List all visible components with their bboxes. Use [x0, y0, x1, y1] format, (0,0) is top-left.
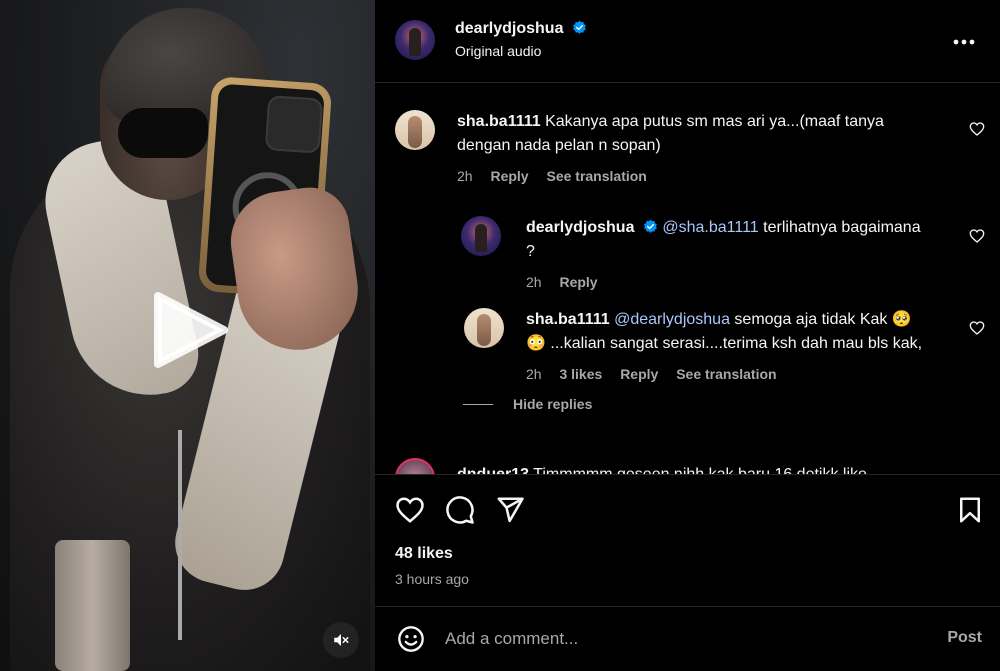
author-info: dearlydjoshua Original audio [455, 20, 587, 59]
video-subject-zipper [178, 430, 182, 640]
more-dots-icon [953, 39, 975, 45]
author-avatar[interactable] [395, 20, 435, 60]
reply-text-line1: terlihatnya bagaimana [763, 219, 921, 236]
comments-list[interactable]: sha.ba1111 Kakanya apa putus sm mas ari … [375, 84, 1000, 474]
author-username[interactable]: dearlydjoshua [455, 20, 563, 37]
replier-avatar[interactable] [461, 216, 501, 256]
comment-composer: Post [375, 606, 1000, 671]
post-comment-button[interactable]: Post [947, 629, 982, 647]
comment-text-line2: dengan nada pelan n sopan) [457, 137, 661, 154]
see-translation-button[interactable]: See translation [546, 168, 646, 184]
hide-replies-button[interactable]: Hide replies [463, 396, 592, 412]
likes-count[interactable]: 48 likes [395, 545, 453, 563]
replier-username[interactable]: dearlydjoshua [526, 219, 634, 236]
reply-button[interactable]: Reply [620, 366, 658, 382]
more-options-button[interactable] [950, 28, 978, 56]
reply-body: dearlydjoshua @sha.ba1111 terlihatnya ba… [526, 216, 956, 290]
share-send-icon[interactable] [495, 495, 525, 525]
reply-button[interactable]: Reply [559, 274, 597, 290]
verified-badge-icon [573, 20, 586, 34]
comment-text-line1: Kakanya apa putus sm mas ari ya...(maaf … [545, 113, 884, 130]
emoji-icon[interactable] [397, 625, 425, 653]
video-subject-sunglasses [118, 108, 208, 158]
reply-button[interactable]: Reply [490, 168, 528, 184]
post-header: dearlydjoshua Original audio [375, 0, 1000, 83]
replier-username[interactable]: sha.ba1111 [526, 311, 610, 328]
commenter-username[interactable]: dnduer13 [457, 466, 529, 474]
verified-badge-icon [644, 219, 657, 233]
play-button[interactable] [150, 290, 230, 370]
post-details-panel: dearlydjoshua Original audio sha.ba1111 … [375, 0, 1000, 671]
replier-avatar[interactable] [464, 308, 504, 348]
commenter-avatar[interactable] [395, 458, 435, 474]
mention-link[interactable]: @sha.ba1111 [662, 219, 758, 236]
comment-body: sha.ba1111 Kakanya apa putus sm mas ari … [457, 110, 957, 184]
post-actions: 48 likes 3 hours ago [375, 474, 1000, 606]
see-translation-button[interactable]: See translation [676, 366, 776, 382]
video-subject-suitcase [55, 540, 130, 671]
comment-bubble-icon[interactable] [445, 495, 475, 525]
reply-meta: 2h 3 likes Reply See translation [526, 366, 956, 382]
post-timestamp[interactable]: 3 hours ago [395, 571, 469, 587]
post-video[interactable] [0, 0, 375, 671]
comment-input[interactable] [445, 625, 905, 653]
hide-replies-label: Hide replies [513, 396, 593, 412]
comment-like-heart-icon[interactable] [969, 121, 985, 137]
muted-speaker-icon [334, 634, 349, 646]
audio-label[interactable]: Original audio [455, 43, 587, 59]
comment-time: 2h [457, 168, 473, 184]
comment-meta: 2h Reply See translation [457, 168, 957, 184]
comment-text-line1: Timmmmm geseen nihh kak baru 16 detikk l… [533, 466, 867, 474]
reply-text-line1: semoga aja tidak Kak 🥺 [734, 311, 912, 328]
reply-likes-count[interactable]: 3 likes [559, 366, 602, 382]
commenter-username[interactable]: sha.ba1111 [457, 113, 541, 130]
bookmark-save-icon[interactable] [955, 495, 985, 525]
comment-body: dnduer13 Timmmmm geseen nihh kak baru 16… [457, 463, 957, 474]
reply-time: 2h [526, 366, 542, 382]
mute-toggle-button[interactable] [323, 622, 359, 658]
reply-text-line2: 😳 ...kalian sangat serasi....terima ksh … [526, 335, 923, 352]
commenter-avatar[interactable] [395, 110, 435, 150]
like-heart-icon[interactable] [395, 495, 425, 525]
play-icon [154, 292, 228, 368]
hide-replies-line [463, 403, 493, 405]
reply-time: 2h [526, 274, 542, 290]
reply-text-line2: ? [526, 243, 535, 260]
mention-link[interactable]: @dearlydjoshua [614, 311, 730, 328]
reply-meta: 2h Reply [526, 274, 956, 290]
reply-body: sha.ba1111 @dearlydjoshua semoga aja tid… [526, 308, 956, 382]
reply-like-heart-icon[interactable] [969, 228, 985, 244]
reply-like-heart-icon[interactable] [969, 320, 985, 336]
